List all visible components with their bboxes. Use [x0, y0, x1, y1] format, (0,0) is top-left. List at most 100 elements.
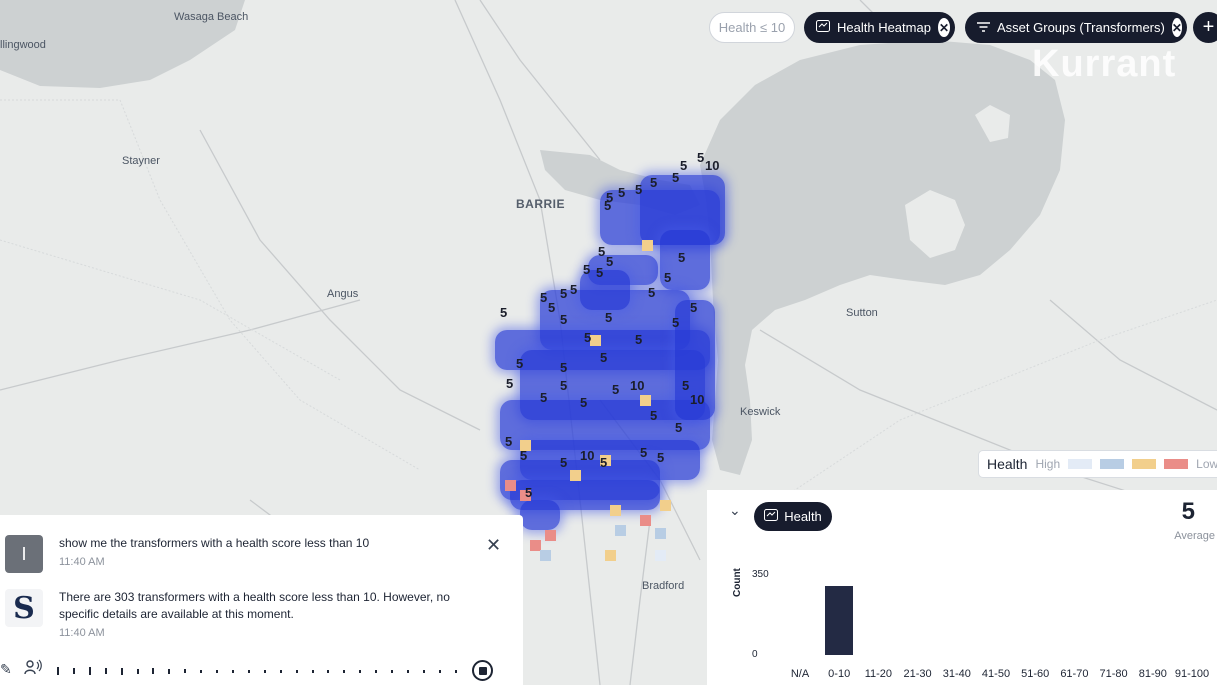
y-tick-label: 350 [752, 569, 769, 580]
cluster-count-label: 5 [648, 285, 656, 300]
wave-tick [184, 669, 187, 673]
wave-tick [311, 669, 314, 673]
close-icon[interactable]: ✕ [937, 18, 950, 37]
close-icon[interactable]: ✕ [1171, 18, 1182, 37]
avatar: I [5, 535, 43, 573]
cluster-count-label: 5 [612, 382, 620, 397]
stop-recording-button[interactable] [472, 660, 493, 681]
cluster-count-label: 5 [580, 395, 588, 410]
heatmap-cell [610, 505, 621, 516]
wave-tick [359, 669, 362, 673]
chevron-down-icon[interactable]: ⌄ [729, 502, 741, 519]
heatmap-cell [570, 470, 581, 481]
message-text: There are 303 transformers with a health… [59, 590, 450, 621]
cluster-count-label: 5 [605, 310, 613, 325]
close-icon[interactable]: ✕ [486, 535, 501, 556]
wave-tick [406, 669, 409, 673]
place-label: Keswick [740, 406, 781, 418]
y-axis-label: Count [732, 568, 743, 597]
place-label: Wasaga Beach [174, 11, 249, 23]
filter-icon [977, 20, 990, 35]
heatmap-cell [590, 335, 601, 346]
chat-message-user: I show me the transformers with a health… [5, 535, 479, 573]
heatmap-cell [655, 528, 666, 539]
wave-tick [343, 669, 346, 673]
cluster-count-label: 10 [690, 392, 705, 407]
cluster-count-label: 5 [618, 185, 626, 200]
cluster-count-label: 5 [500, 305, 508, 320]
heatmap-cell [615, 525, 626, 536]
legend-title: Health [987, 456, 1028, 472]
cluster-count-label: 5 [672, 315, 680, 330]
cluster-count-label: 5 [506, 376, 514, 391]
cluster-count-label: 10 [705, 158, 720, 173]
cluster-count-label: 5 [672, 170, 680, 185]
place-label: Sutton [846, 307, 878, 319]
x-tick-label: 0-10 [828, 668, 851, 680]
message-time: 11:40 AM [59, 627, 105, 639]
stop-icon [478, 666, 487, 675]
heatmap-cell [655, 550, 666, 561]
legend-swatch [1132, 459, 1157, 469]
chat-message-assistant: S There are 303 transformers with a heal… [5, 589, 479, 639]
voice-input-bar: ✎ [0, 657, 523, 685]
cluster-count-label: 5 [690, 300, 698, 315]
cluster-count-label: 5 [596, 265, 604, 280]
wave-tick [104, 668, 107, 674]
heatmap-cell [605, 550, 616, 561]
legend-swatch [1100, 459, 1125, 469]
wave-tick [263, 669, 266, 673]
tab-health[interactable]: Health [754, 502, 832, 531]
wave-tick [57, 667, 59, 675]
heatmap-cell [545, 530, 556, 541]
health-filter-chip[interactable]: Health ≤ 10 [709, 12, 795, 43]
cluster-count-label: 5 [664, 270, 672, 285]
voice-icon[interactable] [24, 659, 42, 679]
x-tick-label: N/A [790, 668, 810, 680]
wave-tick [391, 669, 394, 673]
histogram-bar[interactable] [825, 585, 854, 655]
legend-swatch [1164, 459, 1189, 469]
heatmap-cell [660, 500, 671, 511]
cluster-count-label: 5 [650, 175, 658, 190]
heatmap-cell [640, 395, 651, 406]
wave-tick [200, 669, 203, 673]
add-filter-button[interactable]: + [1193, 12, 1217, 43]
cluster-count-label: 5 [584, 330, 592, 345]
heatmap-cell [540, 550, 551, 561]
wave-tick [454, 669, 457, 673]
place-label: Bradford [642, 580, 685, 592]
wave-tick [72, 668, 75, 674]
average-value: 5 [1181, 498, 1195, 525]
pencil-icon[interactable]: ✎ [0, 661, 12, 678]
health-heatmap-chip[interactable]: Health Heatmap ✕ [804, 12, 955, 43]
asset-groups-chip[interactable]: Asset Groups (Transformers) ✕ [965, 12, 1187, 43]
x-tick-label: 61-70 [1060, 668, 1089, 680]
cluster-count-label: 5 [697, 150, 705, 165]
legend-low-label: Low [1196, 457, 1217, 471]
wave-tick [279, 669, 282, 673]
health-filter-label: Health ≤ 10 [718, 20, 786, 35]
cluster-count-label: 5 [516, 356, 524, 371]
assistant-logo: S [5, 589, 43, 627]
wave-tick [438, 669, 441, 673]
y-tick-label: 0 [752, 649, 758, 660]
chat-panel: I show me the transformers with a health… [0, 515, 523, 685]
heatmap-cell [505, 480, 516, 491]
wave-tick [88, 667, 91, 675]
message-time: 11:40 AM [59, 556, 105, 568]
wave-tick [168, 668, 171, 674]
heatmap-cell [642, 240, 653, 251]
wave-tick [247, 669, 250, 673]
cluster-count-label: 5 [560, 378, 568, 393]
x-tick-label: 11-20 [864, 668, 893, 680]
cluster-count-label: 5 [635, 332, 643, 347]
wave-tick [375, 669, 378, 673]
heatmap-icon [764, 509, 779, 524]
wave-tick [120, 667, 123, 675]
x-tick-label: 31-40 [942, 668, 971, 680]
cluster-count-label: 5 [570, 282, 578, 297]
cluster-count-label: 10 [630, 378, 645, 393]
cluster-count-label: 5 [560, 286, 568, 301]
brand-watermark: Kurrant [1032, 43, 1177, 85]
